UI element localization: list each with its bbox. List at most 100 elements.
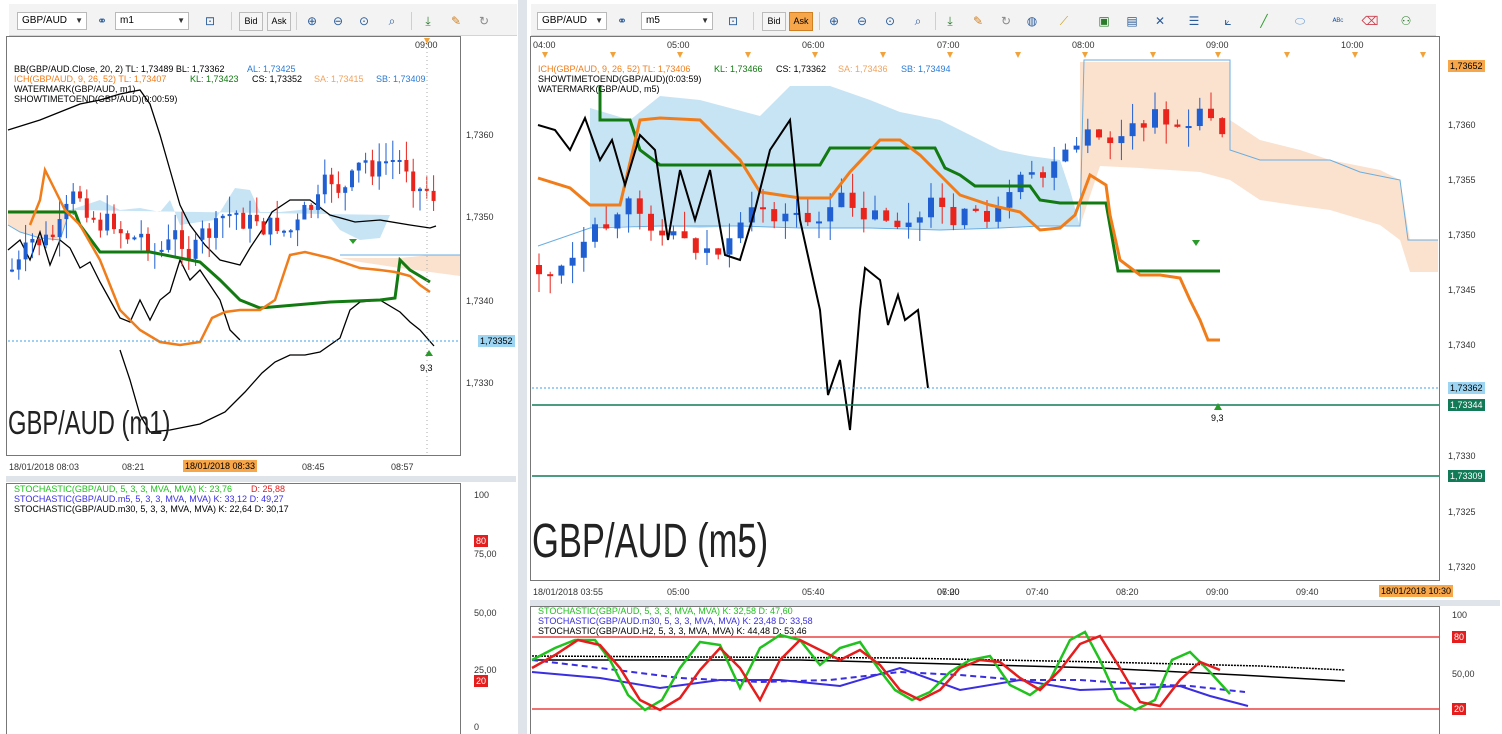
left-pane-splitter[interactable] [6,476,516,482]
candle-body [50,234,55,238]
right-price-axis-5: 1,7345 [1448,285,1476,295]
candle-body [329,174,334,185]
candle-body [200,228,205,240]
left-price-axis-2: 1,7350 [466,212,494,222]
stoch-h2: STOCHASTIC(GBP/AUD.H2, 5, 3, 3, MVA, MVA… [538,626,807,636]
candle-body [227,214,232,217]
candle-body [363,160,368,163]
left-time-2: 08:21 [122,462,145,472]
candle-body [57,219,62,238]
right-top-time-4: 07:00 [937,40,960,50]
candle-body [275,217,280,231]
candle-body [118,229,123,234]
candle-body [186,248,191,259]
candle-body [23,242,28,260]
candle-body [44,234,48,246]
candle-body [404,160,409,172]
candle-body [125,233,130,240]
left-time-4: 08:45 [302,462,325,472]
legend-ich-kl: KL: 1,73423 [190,74,239,84]
left-stoch-axis-80: 80 [474,535,489,547]
left-time-5: 08:57 [391,462,414,472]
candle-body [390,160,395,162]
right-price-axis-4: 1,7350 [1448,230,1476,240]
candle-body [132,237,137,240]
left-stoch-axis-75: 75,00 [474,549,497,559]
candle-body [241,212,246,229]
right-top-time-2: 05:00 [667,40,690,50]
legend-ich-sb: SB: 1,73409 [376,74,426,84]
right-price-axis-9: 1,7325 [1448,507,1476,517]
left-cloud [7,188,460,276]
right-stoch-axis-100: 100 [1452,610,1468,620]
candle-body [309,204,314,210]
legend-showtime: SHOWTIMETOEND(GBP/AUD)(0:00:59) [14,94,178,104]
legend-ich-sb: SB: 1,73494 [901,64,951,74]
candle-body [411,171,416,192]
right-price-axis-2: 1,7360 [1448,120,1476,130]
candle-body [356,162,361,171]
candle-body [282,230,286,233]
up-arrow-icon [425,350,433,356]
candle-body [418,188,422,192]
right-price-axis-10: 1,7320 [1448,562,1476,572]
left-stoch-axis-50: 50,00 [474,608,497,618]
candle-body [84,198,89,218]
candle-body [288,230,293,233]
right-time-3: 05:40 [802,587,825,597]
right-time-1: 18/01/2018 03:55 [533,587,604,597]
right-top-price-tag: 1,73652 [1448,60,1485,72]
left-watermark: GBP/AUD (m1) [8,404,171,441]
candle-body [220,215,225,219]
down-arrow-icon [349,239,357,244]
candle-body [146,233,150,253]
right-time-2: 05:00 [667,587,690,597]
right-time-8: 09:00 [1206,587,1229,597]
right-signal-value: 9,3 [1211,413,1224,423]
candle-body [384,161,388,164]
candle-body [214,218,218,238]
right-time-7: 08:20 [1116,587,1139,597]
left-price-axis-3: 1,7340 [466,296,494,306]
candle-body [370,160,375,177]
right-level-2-tag: 1,73309 [1448,470,1485,482]
candle-body [10,269,14,272]
candle-body [139,233,144,238]
candle-body [254,214,259,222]
candle-body [193,239,198,259]
left-stoch-axis-100: 100 [474,490,490,500]
candle-body [350,170,354,188]
candle-body [302,204,307,220]
right-current-price-tag: 1,73362 [1448,382,1485,394]
candle-body [78,191,82,199]
candle-body [343,187,348,193]
legend-ich-sa: SA: 1,73436 [838,64,888,74]
legend-ich-kl: KL: 1,73466 [714,64,763,74]
candle-body [30,238,35,243]
right-stoch-axis-20: 20 [1452,703,1467,715]
stoch-m30: STOCHASTIC(GBP/AUD.m30, 5, 3, 3, MVA, MV… [14,504,289,514]
right-top-time-1: 04:00 [533,40,556,50]
candle-body [207,228,212,238]
candle-body [37,238,42,246]
candle-body [424,188,429,191]
left-stochastic-panel[interactable] [6,483,461,734]
candle-body [166,239,171,250]
right-price-axis-6: 1,7340 [1448,340,1476,350]
candle-body [71,191,76,204]
left-stoch-axis-0: 0 [474,722,480,732]
candle-body [316,194,320,210]
legend-ich-cs: CS: 1,73362 [776,64,827,74]
right-top-time-7: 10:00 [1341,40,1364,50]
right-top-time-5: 08:00 [1072,40,1095,50]
candle-body [261,221,266,235]
left-signal-value: 9,3 [420,363,433,373]
legend-ich-cs: CS: 1,73352 [252,74,303,84]
left-stoch-axis-25: 25,00 [474,665,497,675]
right-time-cursor-tag: 18/01/2018 10:30 [1379,585,1454,597]
right-price-chart[interactable] [530,36,1440,581]
right-level-1-tag: 1,73344 [1448,399,1485,411]
legend-ich-sa: SA: 1,73415 [314,74,364,84]
candle-body [336,184,341,193]
candle-body [98,219,103,231]
